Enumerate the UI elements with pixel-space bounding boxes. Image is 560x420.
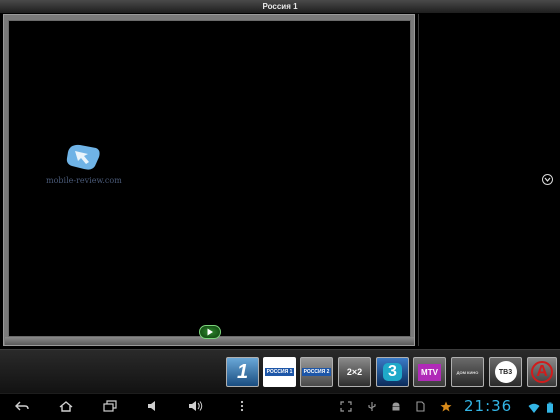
channel-2x2[interactable]: 2×2 [338, 357, 371, 387]
recent-apps-icon[interactable] [102, 400, 118, 412]
usb-icon [368, 402, 376, 411]
channel-label: А [531, 361, 553, 383]
side-panel[interactable] [418, 14, 560, 346]
channel-domkino[interactable]: ДОМ КИНО [451, 357, 484, 387]
channel-label: РОССИЯ 1 [265, 368, 294, 376]
volume-down-icon[interactable] [146, 400, 162, 412]
channel-label: 1 [236, 360, 249, 383]
status-clock: 21:36 [464, 397, 513, 415]
channel-rossiya2[interactable]: РОССИЯ 2 [300, 357, 333, 387]
android-debug-icon [392, 402, 400, 411]
channel-label: MTV [418, 363, 441, 381]
sd-card-icon [416, 401, 425, 412]
battery-icon [547, 402, 553, 413]
play-button[interactable] [199, 325, 221, 339]
wifi-icon [528, 403, 540, 413]
channel-label: 2×2 [346, 367, 363, 377]
fullscreen-icon [340, 401, 352, 412]
channel-mtv[interactable]: MTV [413, 357, 446, 387]
channel-tv3[interactable]: ТВ3 [489, 357, 522, 387]
expand-button[interactable] [542, 174, 553, 185]
play-icon [207, 328, 213, 336]
mobile-review-logo-icon [66, 144, 100, 170]
channel-perviy[interactable]: 1 [226, 357, 259, 387]
channel-rossiya1[interactable]: РОССИЯ 1 [263, 357, 296, 387]
channel-label: ДОМ КИНО [456, 369, 479, 375]
star-icon [440, 401, 452, 412]
watermark-text: mobile-review.com [46, 176, 122, 185]
window-title: Россия 1 [0, 0, 560, 13]
back-icon[interactable] [14, 400, 30, 412]
channel-label: РОССИЯ 2 [301, 368, 332, 376]
volume-up-icon[interactable] [188, 400, 204, 412]
channel-ch3[interactable]: 3 [376, 357, 409, 387]
menu-icon[interactable] [234, 400, 250, 412]
channel-label: ТВ3 [494, 361, 517, 383]
chevron-down-icon [544, 177, 551, 182]
home-icon[interactable] [58, 400, 74, 412]
channel-label: 3 [383, 363, 402, 381]
channel-a[interactable]: А [527, 357, 557, 387]
